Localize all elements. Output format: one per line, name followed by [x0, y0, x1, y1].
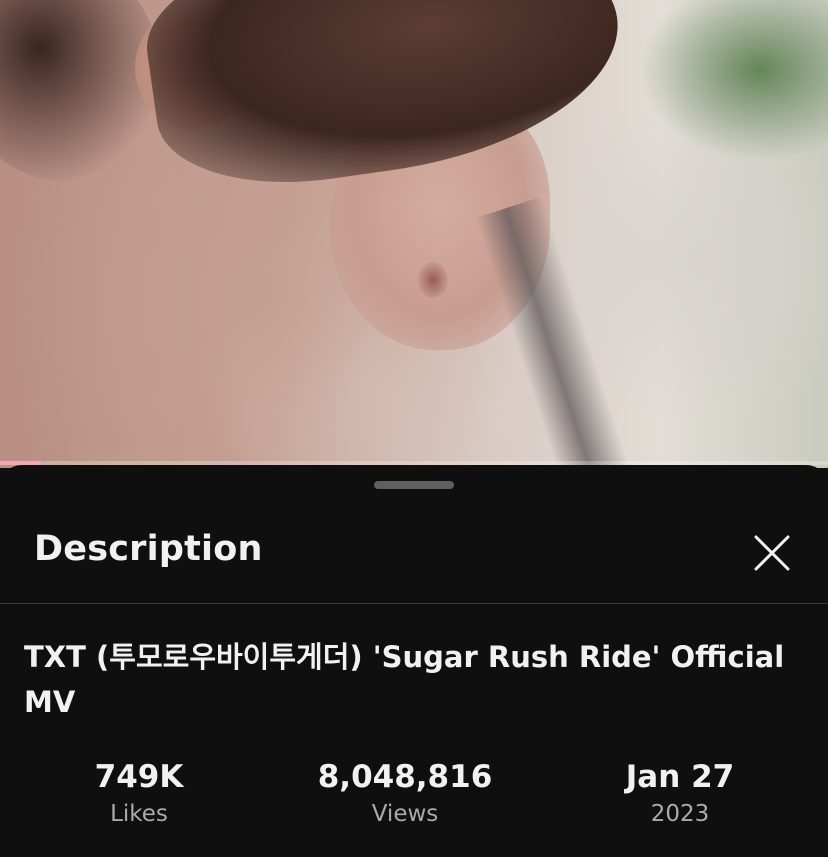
- description-sheet: Description TXT (투모로우바이투게더) 'Sugar Rush …: [0, 465, 828, 857]
- divider: [0, 603, 828, 604]
- video-frame-shape: [0, 0, 160, 180]
- stat-views: 8,048,816 Views: [305, 755, 505, 829]
- sheet-title: Description: [34, 529, 263, 569]
- screen: Description TXT (투모로우바이투게더) 'Sugar Rush …: [0, 0, 828, 857]
- stat-date: Jan 27 2023: [600, 755, 760, 829]
- video-player[interactable]: [0, 0, 828, 468]
- publish-date: Jan 27: [625, 759, 735, 795]
- likes-count: 749K: [94, 759, 184, 795]
- views-label: Views: [371, 801, 439, 827]
- video-stats: 749K Likes 8,048,816 Views Jan 27 2023: [0, 755, 828, 835]
- close-button[interactable]: [748, 529, 796, 577]
- video-frame-shape: [418, 262, 448, 298]
- video-title: TXT (투모로우바이투게더) 'Sugar Rush Ride' Offici…: [24, 640, 785, 719]
- stat-likes: 749K Likes: [59, 755, 219, 829]
- likes-label: Likes: [110, 801, 168, 827]
- close-icon: [754, 535, 790, 571]
- views-count: 8,048,816: [317, 759, 493, 795]
- publish-year: 2023: [650, 801, 710, 827]
- drag-handle[interactable]: [374, 481, 454, 489]
